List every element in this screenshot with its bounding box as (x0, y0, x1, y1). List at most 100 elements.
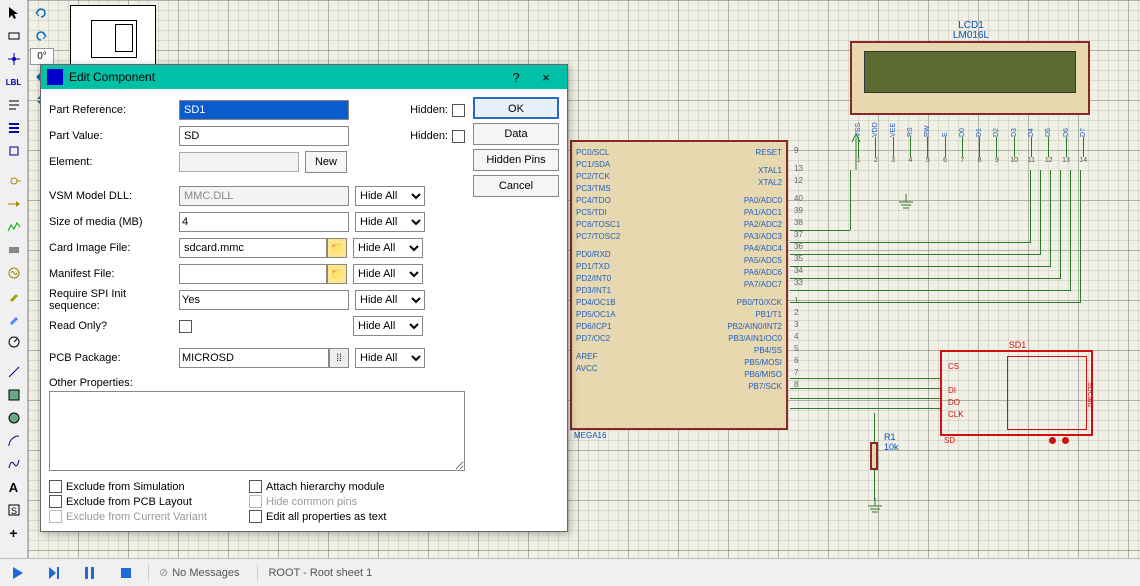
new-element-button[interactable]: New (305, 151, 347, 173)
generator-tool[interactable] (3, 262, 25, 284)
readonly-visibility-select[interactable]: Hide All (353, 316, 423, 336)
size-visibility-select[interactable]: Hide All (355, 212, 425, 232)
terminal-tool[interactable] (3, 170, 25, 192)
pcb-select[interactable]: MICROSD (179, 348, 329, 368)
hidden-pins-button[interactable]: Hidden Pins (473, 149, 559, 171)
messages-status[interactable]: ⊘ No Messages (148, 564, 249, 581)
instruments-tool[interactable] (3, 331, 25, 353)
pause-button[interactable] (76, 562, 104, 584)
manifest-visibility-select[interactable]: Hide All (353, 264, 423, 284)
resistor-component[interactable]: R1 10k (870, 432, 899, 480)
part-value-input[interactable] (179, 126, 349, 146)
pcb-label: PCB Package: (49, 352, 179, 364)
mcu-pin-label: PB6/MISO (744, 370, 782, 379)
other-properties-textarea[interactable] (49, 391, 465, 471)
marker-tool[interactable]: + (3, 522, 25, 544)
rotation-angle[interactable]: 0° (30, 48, 54, 65)
mcu-pin-number: 4 (794, 332, 798, 341)
help-button[interactable]: ? (501, 67, 531, 87)
card-image-input[interactable] (179, 238, 327, 258)
voltage-probe-tool[interactable] (3, 285, 25, 307)
mcu-pin-label: XTAL2 (758, 178, 782, 187)
ground-icon (896, 194, 916, 214)
path-2d-tool[interactable] (3, 453, 25, 475)
readonly-checkbox[interactable] (179, 320, 192, 333)
junction-tool[interactable] (3, 48, 25, 70)
wire (790, 388, 940, 389)
lcd-pin: D512 (1042, 115, 1056, 164)
part-reference-hidden-checkbox[interactable] (452, 104, 465, 117)
mcu-pin-label: PC2/TCK (576, 172, 610, 181)
part-value-label: Part Value: (49, 130, 179, 142)
lcd-component[interactable]: LCD1 LM016L VSS1VDD2VEE3RS4RW5E6D07D18D2… (850, 20, 1092, 126)
edit-component-dialog: Edit Component ? × Part Reference: Hidde… (40, 64, 568, 532)
browse-manifest-button[interactable]: 📁 (327, 264, 347, 284)
graph-tool[interactable] (3, 216, 25, 238)
wire (790, 266, 1050, 267)
mcu-pin-label: PC1/SDA (576, 160, 610, 169)
text-script-tool[interactable] (3, 94, 25, 116)
mcu-pin-label: PC0/SCL (576, 148, 609, 157)
exclude-sim-label: Exclude from Simulation (66, 481, 185, 493)
spi-select[interactable]: Yes (179, 290, 349, 310)
size-select[interactable]: 4 (179, 212, 349, 232)
browse-card-image-button[interactable]: 📁 (327, 238, 347, 258)
spi-visibility-select[interactable]: Hide All (355, 290, 425, 310)
close-button[interactable]: × (531, 67, 561, 87)
wire (790, 408, 940, 409)
mcu-pin-label: PA0/ADC0 (744, 196, 782, 205)
stop-button[interactable] (112, 562, 140, 584)
rotate-icon[interactable] (30, 25, 52, 47)
device-pin-tool[interactable] (3, 193, 25, 215)
box-2d-tool[interactable] (3, 384, 25, 406)
lcd-pin: D613 (1059, 115, 1073, 164)
cancel-button[interactable]: Cancel (473, 175, 559, 197)
mcu-pin-label: PD0/RXD (576, 250, 611, 259)
component-tool[interactable] (3, 25, 25, 47)
sdcard-component[interactable]: SD1 SDCard CS DI DO CLK SD (940, 340, 1095, 440)
subcircuit-tool[interactable] (3, 140, 25, 162)
lcd-pin: D310 (1007, 115, 1021, 164)
hide-common-label: Hide common pins (266, 496, 357, 508)
circle-2d-tool[interactable] (3, 407, 25, 429)
play-button[interactable] (4, 562, 32, 584)
mcu-pin-label: PC4/TDO (576, 196, 611, 205)
vsm-visibility-select[interactable]: Hide All (355, 186, 425, 206)
pcb-visibility-select[interactable]: Hide All (355, 348, 425, 368)
line-2d-tool[interactable] (3, 361, 25, 383)
attach-hierarchy-checkbox[interactable] (249, 480, 262, 493)
size-label: Size of media (MB) (49, 216, 179, 228)
exclude-pcb-checkbox[interactable] (49, 495, 62, 508)
wire (1030, 170, 1031, 243)
step-button[interactable] (40, 562, 68, 584)
edit-all-checkbox[interactable] (249, 510, 262, 523)
part-reference-input[interactable] (179, 100, 349, 120)
wire (790, 398, 940, 399)
selection-tool[interactable] (3, 2, 25, 24)
dialog-titlebar[interactable]: Edit Component ? × (41, 65, 567, 89)
tape-recorder-tool[interactable] (3, 239, 25, 261)
pcb-browse-button[interactable]: ⁞⁞ (329, 348, 349, 368)
exclude-sim-checkbox[interactable] (49, 480, 62, 493)
mcu-component[interactable]: MEGA16 RESET9XTAL113XTAL212PA0/ADC040PA1… (570, 140, 788, 430)
part-value-hidden-checkbox[interactable] (452, 130, 465, 143)
mcu-pin-number: 9 (794, 146, 798, 155)
lcd-pin: VEE3 (886, 115, 900, 164)
redo-icon[interactable] (30, 2, 52, 24)
ok-button[interactable]: OK (473, 97, 559, 119)
mcu-pin-number: 38 (794, 218, 803, 227)
readonly-label: Read Only? (49, 320, 179, 332)
data-button[interactable]: Data (473, 123, 559, 145)
text-2d-tool[interactable]: A (3, 476, 25, 498)
mcu-pin-label: AVCC (576, 364, 598, 373)
mcu-pin-number: 13 (794, 164, 803, 173)
arc-2d-tool[interactable] (3, 430, 25, 452)
symbol-tool[interactable]: S (3, 499, 25, 521)
bus-tool[interactable] (3, 117, 25, 139)
sheet-status[interactable]: ROOT - Root sheet 1 (257, 565, 382, 581)
label-tool[interactable]: LBL (3, 71, 25, 93)
manifest-input[interactable] (179, 264, 327, 284)
current-probe-tool[interactable] (3, 308, 25, 330)
bottom-bar: ⊘ No Messages ROOT - Root sheet 1 (0, 558, 1140, 586)
card-image-visibility-select[interactable]: Hide All (353, 238, 423, 258)
